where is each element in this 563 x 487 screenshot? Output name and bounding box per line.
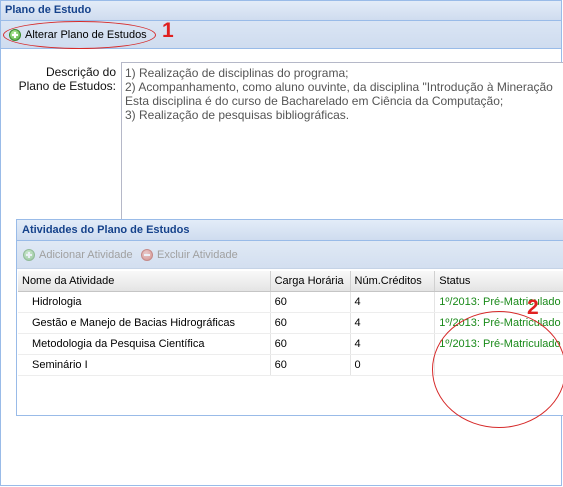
description-line: Esta disciplina é do curso de Bacharelad… <box>125 94 504 108</box>
description-line: 3) Realização de pesquisas bibliográfica… <box>125 108 350 122</box>
cell-carga-horaria: 60 <box>270 291 351 313</box>
description-line: 1) Realização de disciplinas do programa… <box>125 66 349 80</box>
delete-icon <box>141 249 153 261</box>
cell-status: 1º/2013: Pré-Matriculado <box>434 333 563 355</box>
alterar-plano-button[interactable]: Alterar Plano de Estudos <box>9 25 147 45</box>
description-line: 2) Acompanhamento, como aluno ouvinte, d… <box>125 80 553 94</box>
cell-carga-horaria: 60 <box>270 333 351 355</box>
table-row[interactable]: Hidrologia 60 4 1º/2013: Pré-Matriculado <box>18 291 563 313</box>
cell-status: 1º/2013: Pré-Matriculado <box>434 312 563 334</box>
cell-nome: Hidrologia <box>18 291 271 313</box>
cell-nome: Seminário I <box>18 354 271 376</box>
cell-status: 1º/2013: Pré-Matriculado <box>434 291 563 313</box>
column-header-creditos[interactable]: Núm.Créditos <box>350 271 436 292</box>
table-row[interactable]: Seminário I 60 0 <box>18 354 563 376</box>
panel-header: Plano de Estudo <box>1 1 561 21</box>
add-icon <box>23 249 35 261</box>
panel-toolbar: Alterar Plano de Estudos <box>1 21 561 49</box>
description-label-line1: Descrição do <box>45 65 116 79</box>
column-header-status[interactable]: Status <box>434 271 563 292</box>
activities-header: Atividades do Plano de Estudos <box>17 220 563 241</box>
annotation-number-1: 1 <box>162 19 174 42</box>
cell-status <box>434 354 563 376</box>
table-row[interactable]: Metodologia da Pesquisa Científica 60 4 1º/… <box>18 333 563 355</box>
cell-creditos: 4 <box>350 312 436 334</box>
alterar-plano-label: Alterar Plano de Estudos <box>25 29 147 41</box>
column-header-nome[interactable]: Nome da Atividade <box>18 271 271 292</box>
cell-creditos: 4 <box>350 333 436 355</box>
add-icon <box>9 29 21 41</box>
activities-title: Atividades do Plano de Estudos <box>22 224 190 236</box>
cell-carga-horaria: 60 <box>270 354 351 376</box>
table-row[interactable]: Gestão e Manejo de Bacias Hidrográficas 6… <box>18 312 563 334</box>
excluir-atividade-label: Excluir Atividade <box>157 249 238 261</box>
description-label-line2: Plano de Estudos: <box>18 79 116 93</box>
activities-grid-panel: Atividades do Plano de Estudos Adicionar… <box>16 219 563 416</box>
cell-creditos: 0 <box>350 354 436 376</box>
adicionar-atividade-button[interactable]: Adicionar Atividade <box>23 245 133 265</box>
excluir-atividade-button[interactable]: Excluir Atividade <box>141 245 238 265</box>
activities-table: Nome da Atividade Carga Horária Núm.Créd… <box>18 271 563 376</box>
table-header-row: Nome da Atividade Carga Horária Núm.Créd… <box>18 271 563 292</box>
cell-nome: Metodologia da Pesquisa Científica <box>18 333 271 355</box>
cell-carga-horaria: 60 <box>270 312 351 334</box>
annotation-number-2: 2 <box>527 296 539 319</box>
activities-toolbar: Adicionar Atividade Excluir Atividade <box>17 241 563 269</box>
column-header-carga[interactable]: Carga Horária <box>270 271 351 292</box>
plano-de-estudo-panel: Plano de Estudo Alterar Plano de Estudos… <box>0 0 563 486</box>
adicionar-atividade-label: Adicionar Atividade <box>39 249 133 261</box>
cell-creditos: 4 <box>350 291 436 313</box>
description-label: Descrição do Plano de Estudos: <box>0 65 116 93</box>
cell-nome: Gestão e Manejo de Bacias Hidrográficas <box>18 312 271 334</box>
panel-title: Plano de Estudo <box>5 4 92 16</box>
